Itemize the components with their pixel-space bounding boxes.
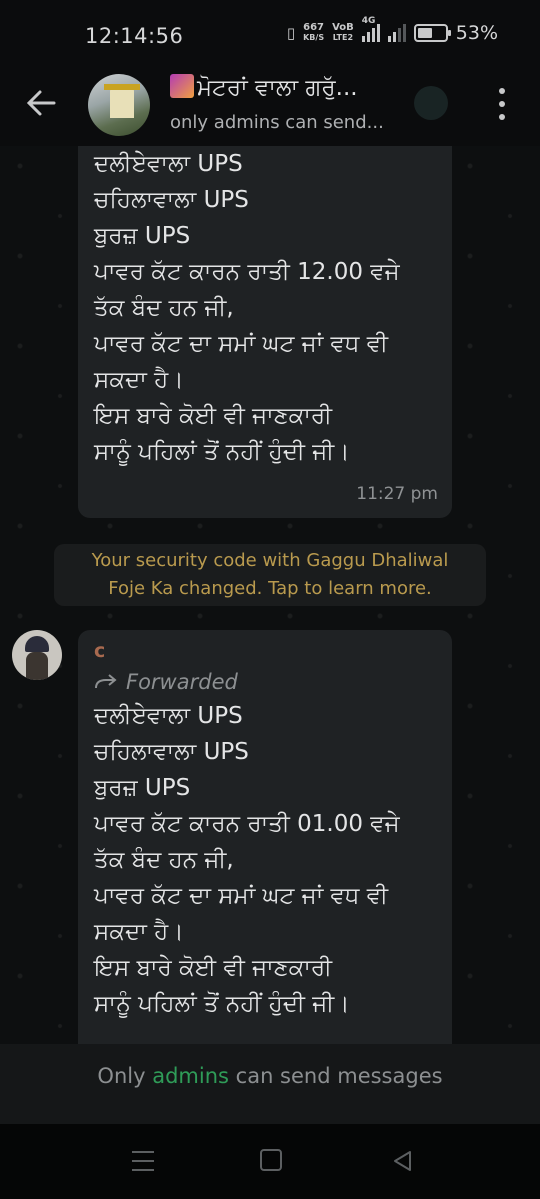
forwarded-label: Forwarded	[94, 670, 238, 694]
vibrate-icon: ▯	[286, 24, 296, 42]
network-speed: 667 KB/S	[303, 22, 325, 43]
group-subtitle[interactable]: only admins can send...	[170, 112, 384, 133]
chat-header: ਮੋਟਰਾਂ ਵਾਲਾ ਗਰੁੱ... only admins can send…	[0, 66, 540, 146]
back-button[interactable]	[390, 1149, 416, 1173]
status-time: 12:14:56	[85, 24, 184, 48]
chat-area[interactable]: ਦਲੀਏਵਾਲਾ UPS ਚਹਿਲਾਵਾਲਾ UPS ਬੁਰਜ਼ UPS ਪਾਵ…	[0, 146, 540, 1044]
admins-only-footer: Only admins can send messages	[0, 1044, 540, 1124]
message-time: 11:27 pm	[356, 484, 438, 504]
group-name[interactable]: ਮੋਟਰਾਂ ਵਾਲਾ ਗਰੁੱ...	[170, 74, 358, 101]
signal-icon-sim2	[387, 24, 406, 42]
status-icons: ▯ 667 KB/S VoB LTE2 4G 53%	[286, 16, 498, 44]
battery-icon	[413, 24, 451, 42]
message-bubble[interactable]: c Forwarded ਦਲੀਏਵਾਲਾ UPS ਚਹਿਲਾਵਾਲਾ UPS ਬ…	[78, 630, 452, 1044]
message-text: ਦਲੀਏਵਾਲਾ UPS ਚਹਿਲਾਵਾਲਾ UPS ਬੁਰਜ਼ UPS ਪਾਵ…	[94, 703, 400, 1017]
message-bubble[interactable]: ਦਲੀਏਵਾਲਾ UPS ਚਹਿਲਾਵਾਲਾ UPS ਬੁਰਜ਼ UPS ਪਾਵ…	[78, 146, 452, 518]
security-code-notice[interactable]: Your security code with Gaggu Dhaliwal F…	[54, 544, 486, 606]
sender-avatar[interactable]	[12, 630, 62, 680]
back-arrow-icon[interactable]	[24, 86, 58, 120]
home-button[interactable]	[260, 1149, 282, 1171]
voice-chat-icon[interactable]	[414, 86, 448, 120]
more-options-icon[interactable]	[492, 88, 512, 120]
signal-icon-sim1: 4G	[361, 16, 380, 42]
sunrise-emoji-icon	[170, 74, 194, 98]
status-bar: 12:14:56 ▯ 667 KB/S VoB LTE2 4G 53%	[0, 0, 540, 66]
footer-text: Only admins can send messages	[97, 1064, 443, 1088]
volte-icon: VoB LTE2	[332, 22, 354, 43]
admins-link[interactable]: admins	[152, 1064, 229, 1088]
sender-name[interactable]: c	[94, 640, 105, 662]
battery-percent: 53%	[455, 22, 498, 44]
system-nav-bar	[0, 1124, 540, 1199]
forward-arrow-icon	[95, 674, 117, 689]
group-avatar[interactable]	[88, 74, 150, 136]
message-text: ਦਲੀਏਵਾਲਾ UPS ਚਹਿਲਾਵਾਲਾ UPS ਬੁਰਜ਼ UPS ਪਾਵ…	[94, 151, 400, 465]
recents-button[interactable]	[130, 1149, 156, 1173]
